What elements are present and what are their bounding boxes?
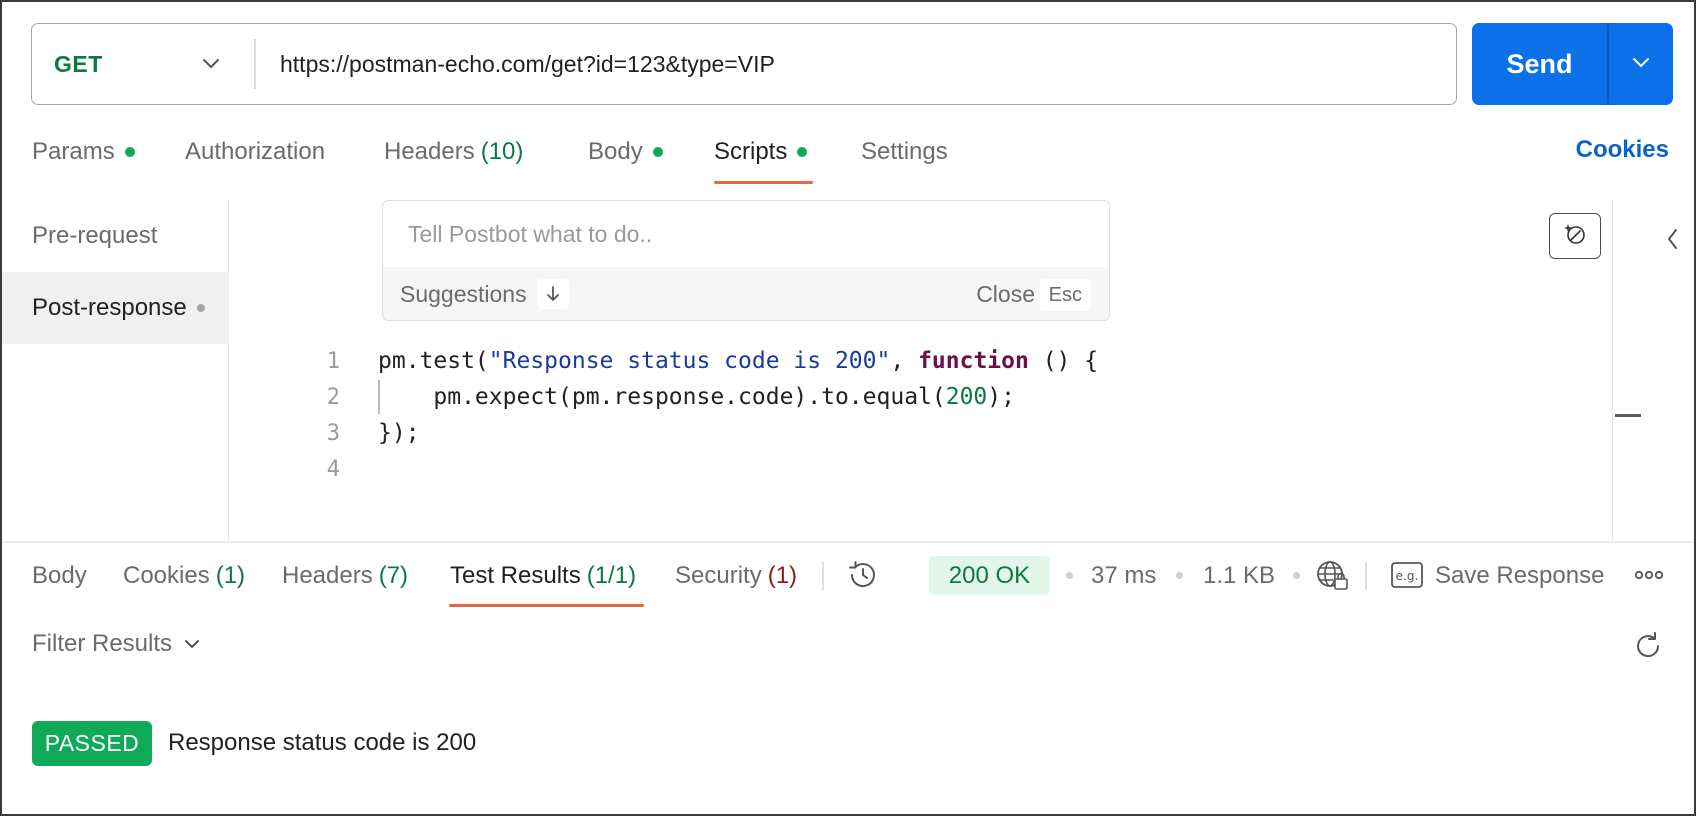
modified-dot [652, 147, 663, 157]
chevron-down-icon [200, 52, 222, 79]
postbot-button[interactable] [1549, 213, 1601, 259]
code-text: pm.test("Response status code is 200", f… [378, 348, 1099, 374]
send-button-group: Send [1472, 23, 1673, 105]
history-icon[interactable] [846, 558, 880, 597]
divider [1365, 562, 1367, 590]
suggestions-label: Suggestions [400, 280, 527, 307]
tab-count: (7) [378, 562, 409, 589]
tab-label: Authorization [185, 138, 326, 165]
tab-count: (1) [767, 562, 798, 589]
tab-label: Test Results [450, 562, 581, 589]
tab-label: Body [588, 138, 643, 165]
response-time[interactable]: 37 ms [1091, 560, 1156, 592]
request-url-bar: GET [31, 23, 1457, 105]
url-input[interactable] [280, 24, 1440, 104]
code-editor[interactable]: 1 pm.test("Response status code is 200",… [230, 340, 1610, 490]
tab-label: Settings [861, 138, 948, 165]
response-tab-test-results[interactable]: Test Results (1/1) [450, 560, 636, 592]
response-tab-cookies[interactable]: Cookies (1) [123, 560, 245, 592]
response-tab-body[interactable]: Body [32, 560, 87, 592]
tab-count: (1/1) [586, 562, 637, 589]
method-label: GET [54, 50, 103, 77]
modified-dot [196, 304, 205, 312]
tab-label: Security [675, 562, 762, 589]
response-tab-headers[interactable]: Headers (7) [282, 560, 408, 592]
active-tab-indicator [449, 604, 644, 607]
line-number: 1 [326, 348, 340, 374]
sidebar-item-label: Post-response [32, 294, 187, 321]
save-response-button[interactable]: Save Response [1435, 560, 1604, 592]
tab-count: (10) [480, 138, 524, 165]
method-divider [254, 39, 256, 89]
code-line: 4 [230, 452, 1610, 486]
more-icon[interactable] [1634, 566, 1664, 589]
response-tab-security[interactable]: Security (1) [675, 560, 797, 592]
tab-label: Headers [384, 138, 475, 165]
modified-dot [797, 147, 808, 157]
code-text: }); [378, 420, 420, 446]
tab-scripts[interactable]: Scripts [714, 136, 808, 168]
line-number: 3 [326, 420, 340, 446]
tab-label: Cookies [123, 562, 210, 589]
line-number: 2 [326, 384, 340, 410]
code-line: 3 }); [230, 416, 1610, 450]
test-name: Response status code is 200 [168, 729, 477, 756]
close-button[interactable]: Close [976, 281, 1035, 308]
scripts-sidebar: Pre-request Post-response [2, 200, 229, 540]
tab-count: (1) [215, 562, 246, 589]
svg-text:e.g.: e.g. [1396, 569, 1419, 583]
postbot-prompt: Suggestions Close Esc [382, 200, 1110, 321]
divider [822, 562, 824, 590]
refresh-icon[interactable] [1632, 630, 1664, 667]
cookies-link[interactable]: Cookies [1576, 136, 1669, 164]
sidebar-item-label: Pre-request [32, 222, 158, 249]
tab-label: Scripts [714, 138, 788, 165]
globe-lock-icon[interactable] [1315, 558, 1351, 597]
code-line: 2 pm.expect(pm.response.code).to.equal(2… [230, 380, 1610, 414]
chevron-left-icon[interactable] [1664, 226, 1682, 257]
tab-label: Headers [282, 562, 373, 589]
send-options-button[interactable] [1609, 23, 1674, 105]
method-selector[interactable]: GET [32, 24, 256, 104]
filter-label: Filter Results [32, 630, 173, 657]
chevron-down-icon [182, 634, 202, 654]
sidebar-item-pre-request[interactable]: Pre-request [2, 200, 229, 272]
response-size[interactable]: 1.1 KB [1203, 560, 1275, 592]
tab-headers[interactable]: Headers (10) [384, 136, 523, 168]
editor-minimap[interactable] [1612, 200, 1641, 540]
sidebar-item-post-response[interactable]: Post-response [2, 272, 229, 344]
esc-key-hint: Esc [1039, 279, 1091, 311]
code-text: pm.expect(pm.response.code).to.equal(200… [378, 384, 1015, 410]
tab-params[interactable]: Params [32, 136, 135, 168]
separator-dot [1066, 572, 1073, 579]
filter-results-dropdown[interactable]: Filter Results [32, 630, 202, 658]
line-number: 4 [326, 456, 340, 482]
example-icon: e.g. [1390, 560, 1424, 595]
suggestions-button[interactable]: Suggestions [400, 279, 569, 309]
modified-dot [124, 147, 135, 157]
test-status-badge: PASSED [32, 721, 152, 766]
minimap-marker [1615, 414, 1641, 417]
pane-divider[interactable] [2, 541, 1694, 543]
code-line: 1 pm.test("Response status code is 200",… [230, 344, 1610, 378]
status-badge[interactable]: 200 OK [929, 556, 1050, 595]
postbot-footer: Suggestions Close Esc [383, 267, 1109, 320]
tab-body[interactable]: Body [588, 136, 663, 168]
active-tab-indicator [714, 181, 813, 184]
tab-label: Body [32, 562, 87, 589]
chevron-down-icon [1630, 51, 1652, 78]
arrow-down-icon [536, 279, 569, 309]
postbot-input[interactable] [383, 201, 1109, 267]
separator-dot [1176, 572, 1183, 579]
separator-dot [1293, 572, 1300, 579]
tab-settings[interactable]: Settings [861, 136, 948, 168]
tab-label: Params [32, 138, 115, 165]
send-button[interactable]: Send [1472, 23, 1607, 105]
sparkle-icon [1562, 221, 1588, 252]
tab-authorization[interactable]: Authorization [185, 136, 325, 168]
